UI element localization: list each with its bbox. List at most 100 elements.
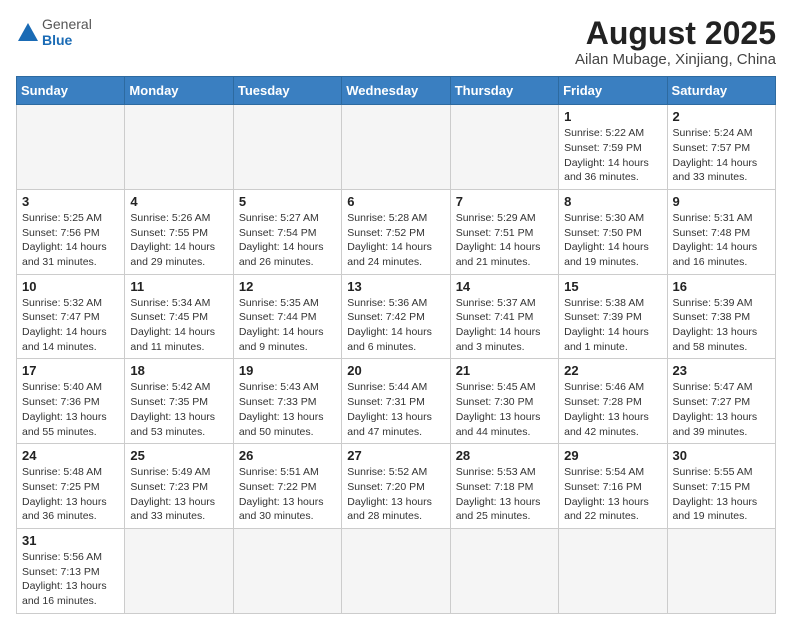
day-number: 25 <box>130 448 227 463</box>
day-number: 26 <box>239 448 336 463</box>
day-number: 2 <box>673 109 770 124</box>
calendar-day-cell: 24 Sunrise: 5:48 AM Sunset: 7:25 PM Dayli… <box>17 444 125 529</box>
day-info: Sunrise: 5:28 AM Sunset: 7:52 PM Dayligh… <box>347 211 444 270</box>
day-info: Sunrise: 5:49 AM Sunset: 7:23 PM Dayligh… <box>130 465 227 524</box>
day-number: 30 <box>673 448 770 463</box>
calendar-day-cell: 15Sunrise: 5:38 AM Sunset: 7:39 PM Dayli… <box>559 274 667 359</box>
day-info: Sunrise: 5:26 AM Sunset: 7:55 PM Dayligh… <box>130 211 227 270</box>
calendar-day-cell: 4 Sunrise: 5:26 AM Sunset: 7:55 PM Daylig… <box>125 189 233 274</box>
calendar-day-cell <box>667 528 775 613</box>
calendar-day-cell <box>125 528 233 613</box>
calendar-day-cell <box>125 105 233 190</box>
calendar-day-cell: 2 Sunrise: 5:24 AM Sunset: 7:57 PM Daylig… <box>667 105 775 190</box>
calendar-day-header: Monday <box>125 77 233 105</box>
day-info: Sunrise: 5:45 AM Sunset: 7:30 PM Dayligh… <box>456 380 553 439</box>
calendar-day-cell: 7Sunrise: 5:29 AM Sunset: 7:51 PM Daylig… <box>450 189 558 274</box>
calendar-day-header: Tuesday <box>233 77 341 105</box>
day-info: Sunrise: 5:30 AM Sunset: 7:50 PM Dayligh… <box>564 211 661 270</box>
calendar-day-cell: 22Sunrise: 5:46 AM Sunset: 7:28 PM Dayli… <box>559 359 667 444</box>
calendar-day-cell: 31Sunrise: 5:56 AM Sunset: 7:13 PM Dayli… <box>17 528 125 613</box>
calendar-day-cell: 5 Sunrise: 5:27 AM Sunset: 7:54 PM Daylig… <box>233 189 341 274</box>
calendar-table: SundayMondayTuesdayWednesdayThursdayFrid… <box>16 76 776 614</box>
calendar-day-cell: 16 Sunrise: 5:39 AM Sunset: 7:38 PM Dayli… <box>667 274 775 359</box>
day-info: Sunrise: 5:52 AM Sunset: 7:20 PM Dayligh… <box>347 465 444 524</box>
calendar-day-cell <box>17 105 125 190</box>
day-info: Sunrise: 5:27 AM Sunset: 7:54 PM Dayligh… <box>239 211 336 270</box>
day-number: 4 <box>130 194 227 209</box>
logo-container: General Blue <box>16 16 92 48</box>
calendar-day-header: Wednesday <box>342 77 450 105</box>
calendar-day-cell <box>233 528 341 613</box>
logo: General Blue <box>16 16 92 48</box>
calendar-day-cell: 8 Sunrise: 5:30 AM Sunset: 7:50 PM Daylig… <box>559 189 667 274</box>
logo-general-text: General <box>42 16 92 32</box>
calendar-day-cell: 28Sunrise: 5:53 AM Sunset: 7:18 PM Dayli… <box>450 444 558 529</box>
month-year-title: August 2025 <box>575 16 776 51</box>
location-subtitle: Ailan Mubage, Xinjiang, China <box>575 51 776 68</box>
day-info: Sunrise: 5:47 AM Sunset: 7:27 PM Dayligh… <box>673 380 770 439</box>
calendar-day-cell: 18 Sunrise: 5:42 AM Sunset: 7:35 PM Dayli… <box>125 359 233 444</box>
logo-triangle-icon <box>18 23 38 41</box>
title-section: August 2025 Ailan Mubage, Xinjiang, Chin… <box>575 16 776 68</box>
calendar-day-cell <box>342 105 450 190</box>
day-number: 19 <box>239 363 336 378</box>
calendar-day-cell: 1 Sunrise: 5:22 AM Sunset: 7:59 PM Daylig… <box>559 105 667 190</box>
calendar-day-cell: 30Sunrise: 5:55 AM Sunset: 7:15 PM Dayli… <box>667 444 775 529</box>
calendar-day-cell: 12Sunrise: 5:35 AM Sunset: 7:44 PM Dayli… <box>233 274 341 359</box>
day-info: Sunrise: 5:31 AM Sunset: 7:48 PM Dayligh… <box>673 211 770 270</box>
day-info: Sunrise: 5:36 AM Sunset: 7:42 PM Dayligh… <box>347 296 444 355</box>
calendar-day-cell <box>559 528 667 613</box>
calendar-week-row: 1 Sunrise: 5:22 AM Sunset: 7:59 PM Daylig… <box>17 105 776 190</box>
calendar-day-cell <box>450 528 558 613</box>
page-header: General Blue August 2025 Ailan Mubage, X… <box>16 16 776 68</box>
calendar-day-cell: 17Sunrise: 5:40 AM Sunset: 7:36 PM Dayli… <box>17 359 125 444</box>
day-number: 16 <box>673 279 770 294</box>
calendar-day-cell: 27Sunrise: 5:52 AM Sunset: 7:20 PM Dayli… <box>342 444 450 529</box>
day-info: Sunrise: 5:35 AM Sunset: 7:44 PM Dayligh… <box>239 296 336 355</box>
calendar-day-cell: 3Sunrise: 5:25 AM Sunset: 7:56 PM Daylig… <box>17 189 125 274</box>
calendar-day-header: Friday <box>559 77 667 105</box>
calendar-week-row: 31Sunrise: 5:56 AM Sunset: 7:13 PM Dayli… <box>17 528 776 613</box>
calendar-day-cell: 9 Sunrise: 5:31 AM Sunset: 7:48 PM Daylig… <box>667 189 775 274</box>
calendar-day-cell: 20 Sunrise: 5:44 AM Sunset: 7:31 PM Dayli… <box>342 359 450 444</box>
day-number: 1 <box>564 109 661 124</box>
logo-words: General Blue <box>42 16 92 48</box>
day-number: 15 <box>564 279 661 294</box>
calendar-day-cell: 29Sunrise: 5:54 AM Sunset: 7:16 PM Dayli… <box>559 444 667 529</box>
calendar-day-cell: 11Sunrise: 5:34 AM Sunset: 7:45 PM Dayli… <box>125 274 233 359</box>
day-number: 21 <box>456 363 553 378</box>
day-number: 9 <box>673 194 770 209</box>
day-number: 5 <box>239 194 336 209</box>
calendar-day-header: Saturday <box>667 77 775 105</box>
day-info: Sunrise: 5:34 AM Sunset: 7:45 PM Dayligh… <box>130 296 227 355</box>
calendar-day-cell <box>342 528 450 613</box>
calendar-day-cell <box>233 105 341 190</box>
calendar-header-row: SundayMondayTuesdayWednesdayThursdayFrid… <box>17 77 776 105</box>
day-number: 20 <box>347 363 444 378</box>
day-info: Sunrise: 5:24 AM Sunset: 7:57 PM Dayligh… <box>673 126 770 185</box>
calendar-week-row: 24 Sunrise: 5:48 AM Sunset: 7:25 PM Dayli… <box>17 444 776 529</box>
day-info: Sunrise: 5:51 AM Sunset: 7:22 PM Dayligh… <box>239 465 336 524</box>
day-info: Sunrise: 5:56 AM Sunset: 7:13 PM Dayligh… <box>22 550 119 609</box>
day-info: Sunrise: 5:40 AM Sunset: 7:36 PM Dayligh… <box>22 380 119 439</box>
calendar-day-cell: 13Sunrise: 5:36 AM Sunset: 7:42 PM Dayli… <box>342 274 450 359</box>
day-number: 18 <box>130 363 227 378</box>
day-number: 3 <box>22 194 119 209</box>
day-info: Sunrise: 5:48 AM Sunset: 7:25 PM Dayligh… <box>22 465 119 524</box>
day-info: Sunrise: 5:44 AM Sunset: 7:31 PM Dayligh… <box>347 380 444 439</box>
day-number: 24 <box>22 448 119 463</box>
day-info: Sunrise: 5:42 AM Sunset: 7:35 PM Dayligh… <box>130 380 227 439</box>
calendar-day-cell: 6Sunrise: 5:28 AM Sunset: 7:52 PM Daylig… <box>342 189 450 274</box>
calendar-day-cell: 26 Sunrise: 5:51 AM Sunset: 7:22 PM Dayli… <box>233 444 341 529</box>
day-info: Sunrise: 5:37 AM Sunset: 7:41 PM Dayligh… <box>456 296 553 355</box>
day-number: 14 <box>456 279 553 294</box>
day-number: 28 <box>456 448 553 463</box>
day-number: 8 <box>564 194 661 209</box>
day-number: 10 <box>22 279 119 294</box>
calendar-week-row: 17Sunrise: 5:40 AM Sunset: 7:36 PM Dayli… <box>17 359 776 444</box>
calendar-day-cell: 10Sunrise: 5:32 AM Sunset: 7:47 PM Dayli… <box>17 274 125 359</box>
calendar-week-row: 10Sunrise: 5:32 AM Sunset: 7:47 PM Dayli… <box>17 274 776 359</box>
day-info: Sunrise: 5:39 AM Sunset: 7:38 PM Dayligh… <box>673 296 770 355</box>
logo-blue-text: Blue <box>42 32 92 48</box>
day-info: Sunrise: 5:22 AM Sunset: 7:59 PM Dayligh… <box>564 126 661 185</box>
